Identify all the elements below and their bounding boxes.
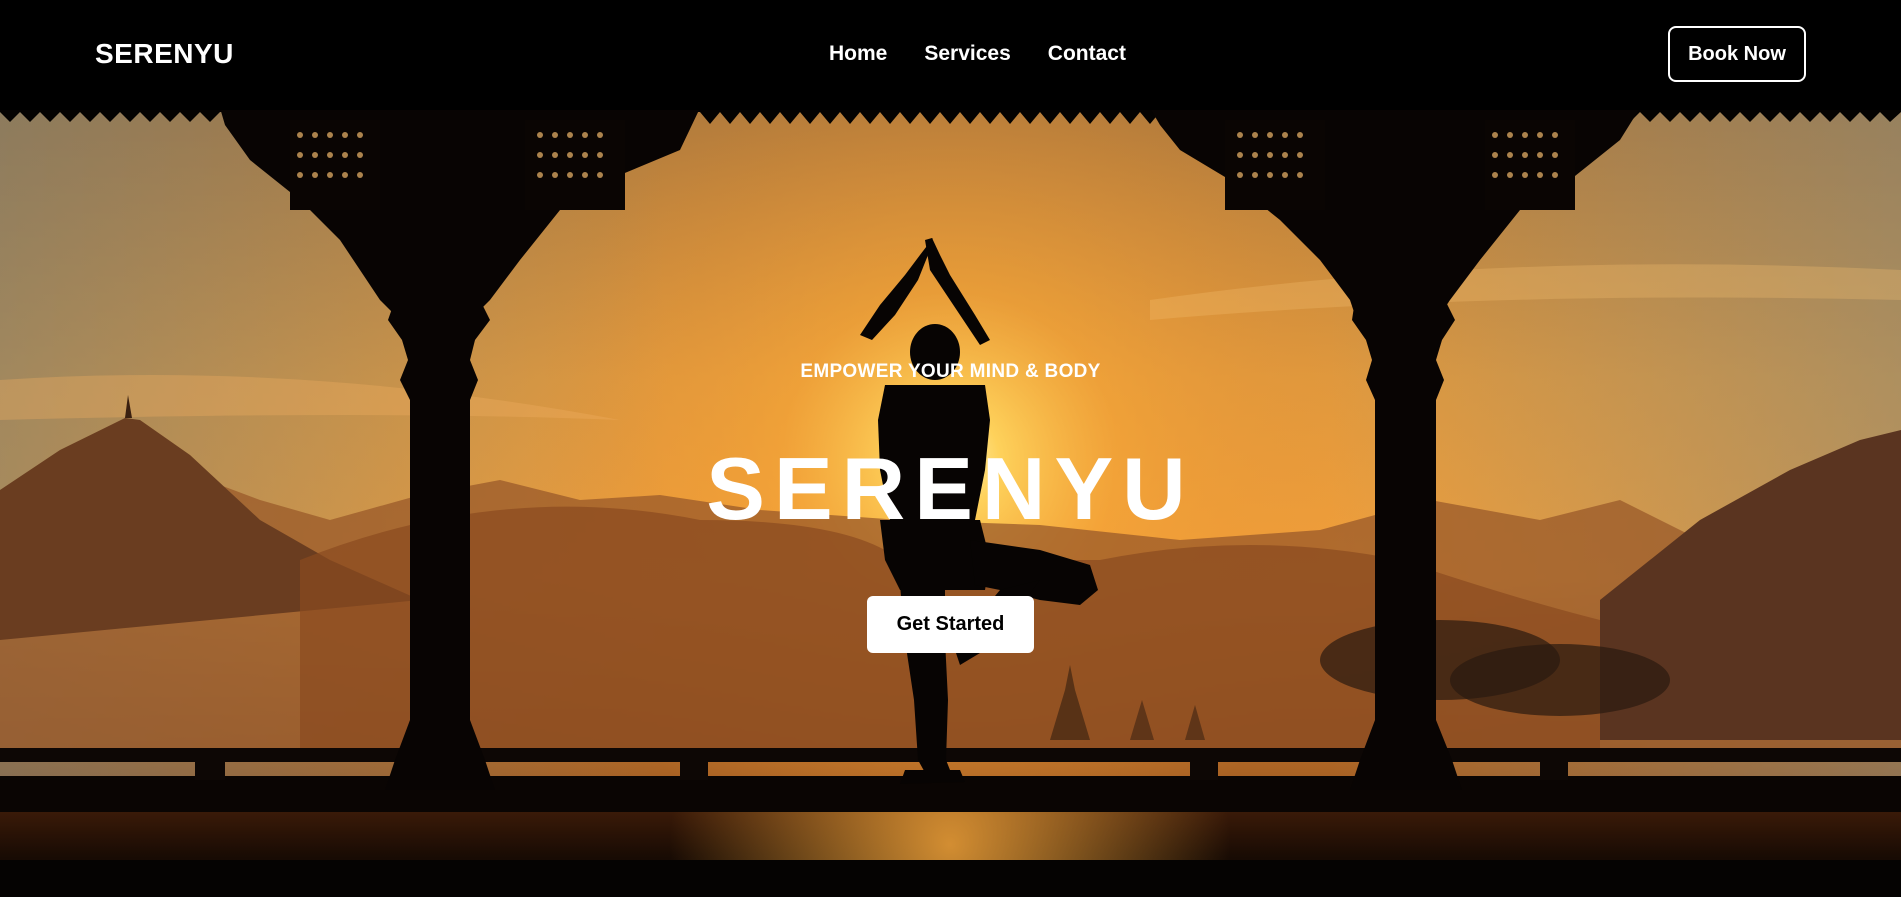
nav-link-contact[interactable]: Contact [1048,42,1126,66]
get-started-button[interactable]: Get Started [867,596,1034,653]
book-now-button[interactable]: Book Now [1668,26,1806,82]
nav-link-services[interactable]: Services [924,42,1010,66]
sunset-yoga-scene [0,100,1901,897]
navbar: SERENYU Home Services Contact Book Now [0,0,1901,110]
landing-page: SERENYU Home Services Contact Book Now E… [0,0,1901,897]
nav-link-home[interactable]: Home [829,42,887,66]
brand-logo[interactable]: SERENYU [95,38,234,70]
hero-background [0,0,1901,897]
nav-links: Home Services Contact [829,42,1126,66]
